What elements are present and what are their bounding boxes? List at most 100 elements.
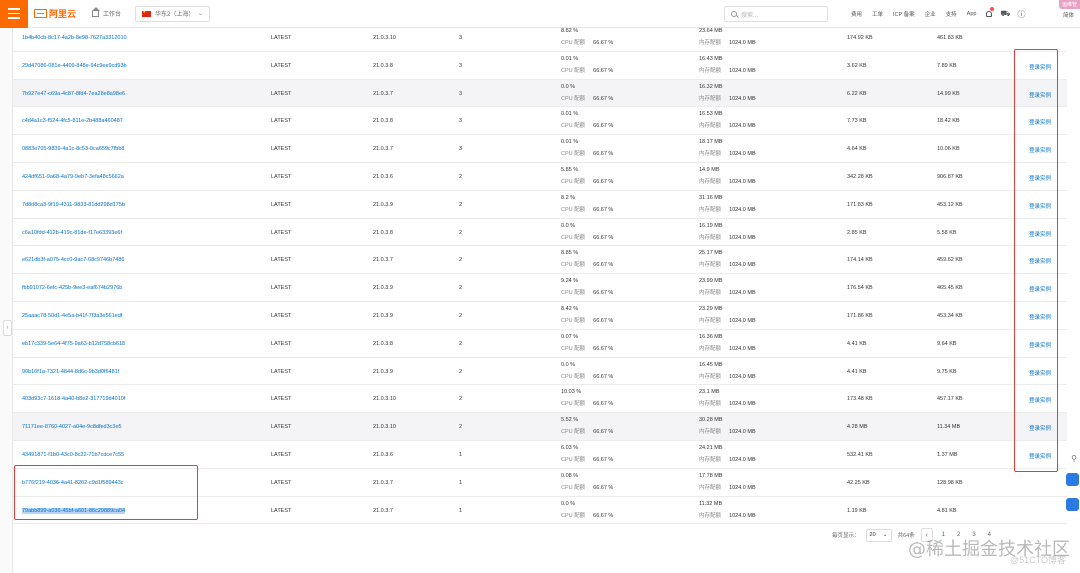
network-io: 174.14 KB	[847, 257, 873, 264]
memory-quota: 内存配额 1024.0 MB	[699, 288, 756, 296]
per-page-select[interactable]: 20 ⌄	[865, 528, 892, 542]
instance-id-link[interactable]: 29d47086-081e-4409-848e-94c9ee9cd93b	[22, 63, 127, 69]
cpu-usage: 8.85 %	[561, 250, 579, 257]
instance-id-link[interactable]: 90b10f1a-7321-4844-8d6c-9b3d0f6481f	[22, 369, 119, 375]
instance-id-link[interactable]: 25aaac78-50d1-4e5a-b41f-7f3a3e561edf	[22, 313, 122, 319]
table-row: e621db3f-a075-4cc0-9ac7-68c9746b7486 LATE…	[13, 246, 1067, 275]
top-link-icp[interactable]: ICP 备案	[888, 10, 920, 18]
version: 21.0.3.6	[373, 451, 393, 458]
instance-id-link[interactable]: c6a10fdd-412b-419c-81de-f17e63393e6f	[22, 230, 122, 236]
memory-quota-label: 内存配额	[699, 429, 722, 436]
instance-id-link[interactable]: fbb91072-6efc-425b-9ee3-eaf674b2976b	[22, 285, 122, 291]
notification-bell-icon[interactable]	[981, 0, 997, 28]
login-instance-link[interactable]: 登录实例	[1029, 341, 1051, 349]
memory-quota-value: 1024.0 MB	[729, 151, 756, 158]
help-icon[interactable]: ⓘ	[1013, 0, 1029, 28]
instance-id-link[interactable]: 424df651-9a68-4a79-9eb7-3efa48c5662a	[22, 174, 124, 180]
table-row: 90b10f1a-7321-4844-8d6c-9b3d0f6481f LATES…	[13, 358, 1067, 386]
top-link-app[interactable]: App	[962, 11, 982, 17]
login-instance-link[interactable]: 登录实例	[1029, 313, 1051, 321]
menu-icon[interactable]	[0, 0, 28, 28]
top-link-ticket[interactable]: 工单	[867, 10, 888, 18]
table-row: c4d4a1c3-f524-4fc5-811e-2b488a460487 LATE…	[13, 107, 1067, 136]
instance-id-link[interactable]: eb17c339-5e64-4f75-9a63-b12d758cb618	[22, 341, 125, 347]
cpu-usage: 8.42 %	[561, 305, 579, 312]
memory-usage: 23.29 MB	[699, 305, 723, 312]
version: 21.0.3.9	[373, 312, 393, 319]
cpu-quota-label: CPU 配额	[561, 290, 586, 297]
login-instance-link[interactable]: 登录实例	[1029, 424, 1051, 432]
instance-id-link[interactable]: 7b927e47-c69a-4c87-8fd4-7ea28e8a98e6	[22, 91, 125, 97]
login-instance-link[interactable]: 登录实例	[1029, 230, 1051, 238]
top-link-billing[interactable]: 费用	[846, 10, 867, 18]
login-instance-link[interactable]: 登录实例	[1029, 174, 1051, 182]
cpu-quota-value: 66.67 %	[593, 456, 614, 463]
memory-usage: 25.17 MB	[699, 250, 723, 257]
memory-quota-value: 1024.0 MB	[729, 429, 756, 436]
login-instance-link[interactable]: 登录实例	[1029, 63, 1051, 71]
login-instance-link[interactable]: 登录实例	[1029, 146, 1051, 154]
version: 21.0.3.7	[373, 146, 393, 153]
sidebar-expand-handle[interactable]: ›	[3, 320, 12, 336]
cpu-usage: 0.0 %	[561, 361, 576, 368]
workbench-link[interactable]: 工作台	[86, 6, 127, 22]
region-selector[interactable]: 华东2（上海） ⌄	[135, 5, 211, 22]
instance-id-link[interactable]: 403d93c7-1618-4a40-b8e2-317719d4010f	[22, 396, 125, 402]
image-tag: LATEST	[271, 424, 292, 431]
cart-icon[interactable]: ⛟	[997, 0, 1013, 28]
login-instance-link[interactable]: 登录实例	[1029, 285, 1051, 293]
instance-count: 3	[459, 146, 463, 153]
assistant-icon[interactable]	[1066, 498, 1079, 511]
aliyun-logo[interactable]: 阿里云	[34, 7, 76, 20]
login-instance-link[interactable]: 登录实例	[1029, 118, 1051, 126]
network-io: 3.62 KB	[847, 62, 867, 69]
chat-icon[interactable]	[1066, 473, 1079, 486]
cpu-usage: 6.03 %	[561, 444, 579, 451]
cpu-quota: CPU 配额 66.67 %	[561, 316, 613, 324]
cpu-quota-label: CPU 配额	[561, 234, 586, 241]
top-link-support[interactable]: 支持	[941, 10, 962, 18]
memory-quota-label: 内存配额	[699, 262, 722, 269]
cpu-quota-value: 66.67 %	[593, 484, 614, 491]
instance-id-link[interactable]: e621db3f-a075-4cc0-9ac7-68c9746b7486	[22, 257, 124, 263]
instance-id-link[interactable]: b776f219-4036-4a41-8262-c9d1f589443c	[22, 480, 124, 486]
cpu-quota: CPU 配额 66.67 %	[561, 455, 613, 463]
instance-id-link[interactable]: 71171ee-8760-4027-a04e-9c8dfed3c3e5	[22, 424, 122, 430]
block-io: 465.45 KB	[937, 285, 963, 292]
network-io: 173.48 KB	[847, 396, 873, 403]
login-instance-link[interactable]: 登录实例	[1029, 396, 1051, 404]
table-row: 29d47086-081e-4409-848e-94c9ee9cd93b LATE…	[13, 52, 1067, 80]
language-switch[interactable]: 简体	[1063, 11, 1074, 19]
memory-usage: 24.21 MB	[699, 444, 723, 451]
instance-id-link[interactable]: 79abb899-a036-45bf-a601-86c29889ca04	[22, 507, 126, 514]
instance-id-link[interactable]: 7d8d8ca3-9f19-4311-9833-81dd298d175b	[22, 202, 125, 208]
instance-id-link[interactable]: 1b4b40cb-8c17-4a2b-8e98-7627a3312010	[22, 35, 127, 41]
brand-name: 阿里云	[49, 9, 77, 19]
cpu-quota: CPU 配额 66.67 %	[561, 233, 613, 241]
instance-id-link[interactable]: c4d4a1c3-f524-4fc5-811e-2b488a460487	[22, 118, 123, 124]
login-instance-link[interactable]: 登录实例	[1029, 91, 1051, 99]
instance-id-link[interactable]: 43491871-f1b0-43c0-8c22-71b7cdce7c55	[22, 452, 124, 458]
instance-id-link[interactable]: 0883e705-9839-4a1c-8c53-0ca659c7fbb8	[22, 146, 124, 152]
aliyun-logo-mark	[34, 9, 47, 18]
user-tag[interactable]: 运维管	[1058, 0, 1080, 9]
cpu-usage: 5.85 %	[561, 166, 579, 173]
top-link-enterprise[interactable]: 企业	[920, 10, 941, 18]
memory-usage: 16.45 MB	[699, 361, 723, 368]
image-tag: LATEST	[271, 479, 292, 486]
login-instance-link[interactable]: 登录实例	[1029, 369, 1051, 377]
login-instance-link[interactable]: 登录实例	[1029, 257, 1051, 265]
instance-count: 2	[459, 340, 463, 347]
chevron-down-icon: ⌄	[882, 532, 888, 538]
lamp-icon[interactable]: ⚲	[1068, 450, 1080, 466]
image-tag: LATEST	[271, 451, 292, 458]
cpu-quota-value: 66.67 %	[593, 151, 614, 158]
workbench-label: 工作台	[103, 12, 122, 18]
version: 21.0.3.6	[373, 173, 393, 180]
login-instance-link[interactable]: 登录实例	[1029, 452, 1051, 460]
china-flag-icon	[142, 9, 152, 17]
cpu-quota-label: CPU 配额	[561, 345, 586, 352]
search-input[interactable]: 搜索...	[724, 6, 828, 22]
login-instance-link[interactable]: 登录实例	[1029, 202, 1051, 210]
memory-quota-value: 1024.0 MB	[729, 40, 756, 46]
